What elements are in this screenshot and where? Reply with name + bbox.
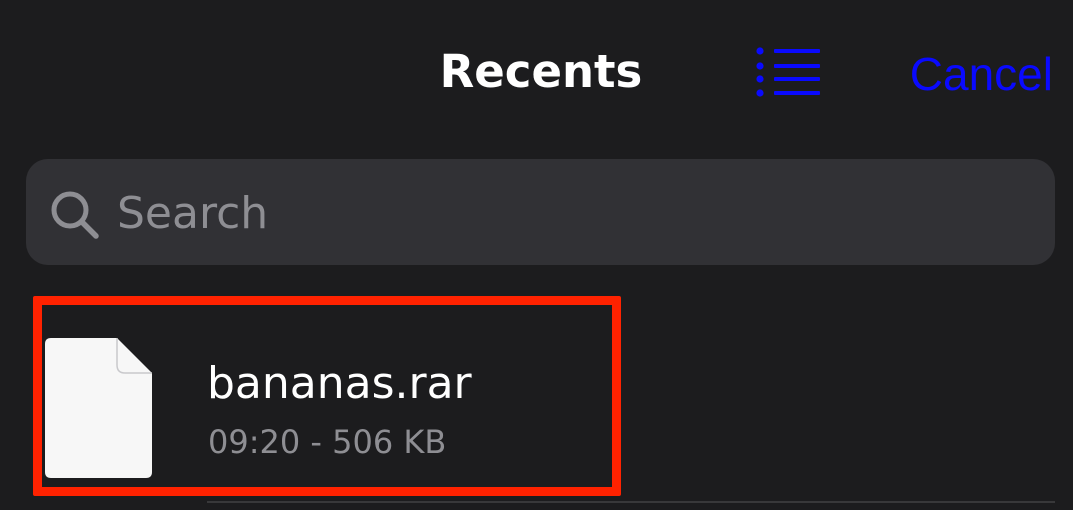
search-icon — [51, 191, 99, 239]
file-name: bananas.rar — [207, 358, 472, 409]
list-icon — [756, 47, 820, 97]
cancel-button[interactable]: Cancel — [910, 44, 1053, 104]
row-divider — [207, 501, 1055, 503]
file-meta: 09:20 - 506 KB — [208, 423, 447, 461]
search-placeholder: Search — [117, 188, 269, 239]
list-view-button[interactable] — [754, 46, 824, 98]
document-icon — [45, 338, 152, 478]
